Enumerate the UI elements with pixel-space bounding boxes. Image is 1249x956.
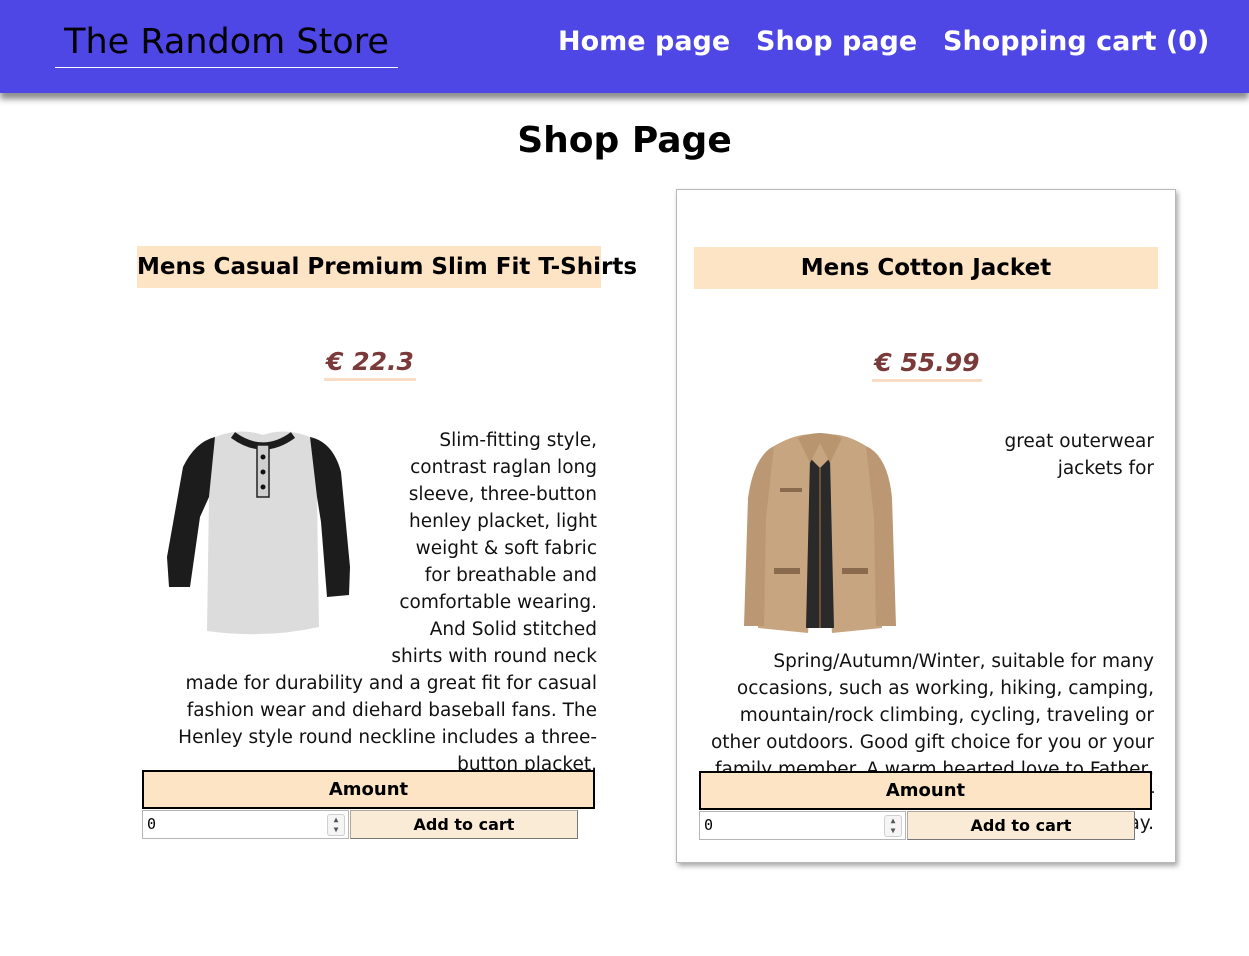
stepper-icon[interactable]: ▲ ▼ [884,815,902,837]
product-card: Mens Casual Premium Slim Fit T-Shirts € … [120,189,637,863]
product-image [702,428,937,648]
amount-input[interactable]: 0 ▲ ▼ [699,811,906,840]
amount-value: 0 [147,815,157,833]
product-description-block: Slim-fitting style, contrast raglan long… [145,427,597,778]
nav-cart-link[interactable]: Shopping cart (0) [943,22,1209,62]
amount-label: Amount [142,770,595,809]
price-text: € 22.3 [324,346,416,381]
navbar: The Random Store Home page Shop page Sho… [0,0,1249,93]
product-image [145,427,380,647]
add-to-cart-button[interactable]: Add to cart [350,810,578,839]
product-card: Mens Cotton Jacket € 55.99 great outerwe… [676,189,1176,863]
page-title: Shop Page [517,120,732,161]
nav-home-link[interactable]: Home page [558,22,730,62]
cotton-jacket-icon [744,433,896,633]
nav-shop-link[interactable]: Shop page [756,22,917,62]
brand-logo-link[interactable]: The Random Store [55,20,398,68]
price-text: € 55.99 [872,347,982,382]
product-title: Mens Cotton Jacket [694,247,1158,289]
product-title: Mens Casual Premium Slim Fit T-Shirts [137,246,637,288]
amount-value: 0 [704,816,714,834]
product-price: € 55.99 [677,347,1177,382]
stepper-icon[interactable]: ▲ ▼ [327,814,345,836]
amount-input[interactable]: 0 ▲ ▼ [142,810,349,839]
raglan-tshirt-icon [167,431,350,635]
add-to-cart-button[interactable]: Add to cart [907,811,1135,840]
amount-label: Amount [699,771,1152,810]
product-price: € 22.3 [120,346,620,381]
